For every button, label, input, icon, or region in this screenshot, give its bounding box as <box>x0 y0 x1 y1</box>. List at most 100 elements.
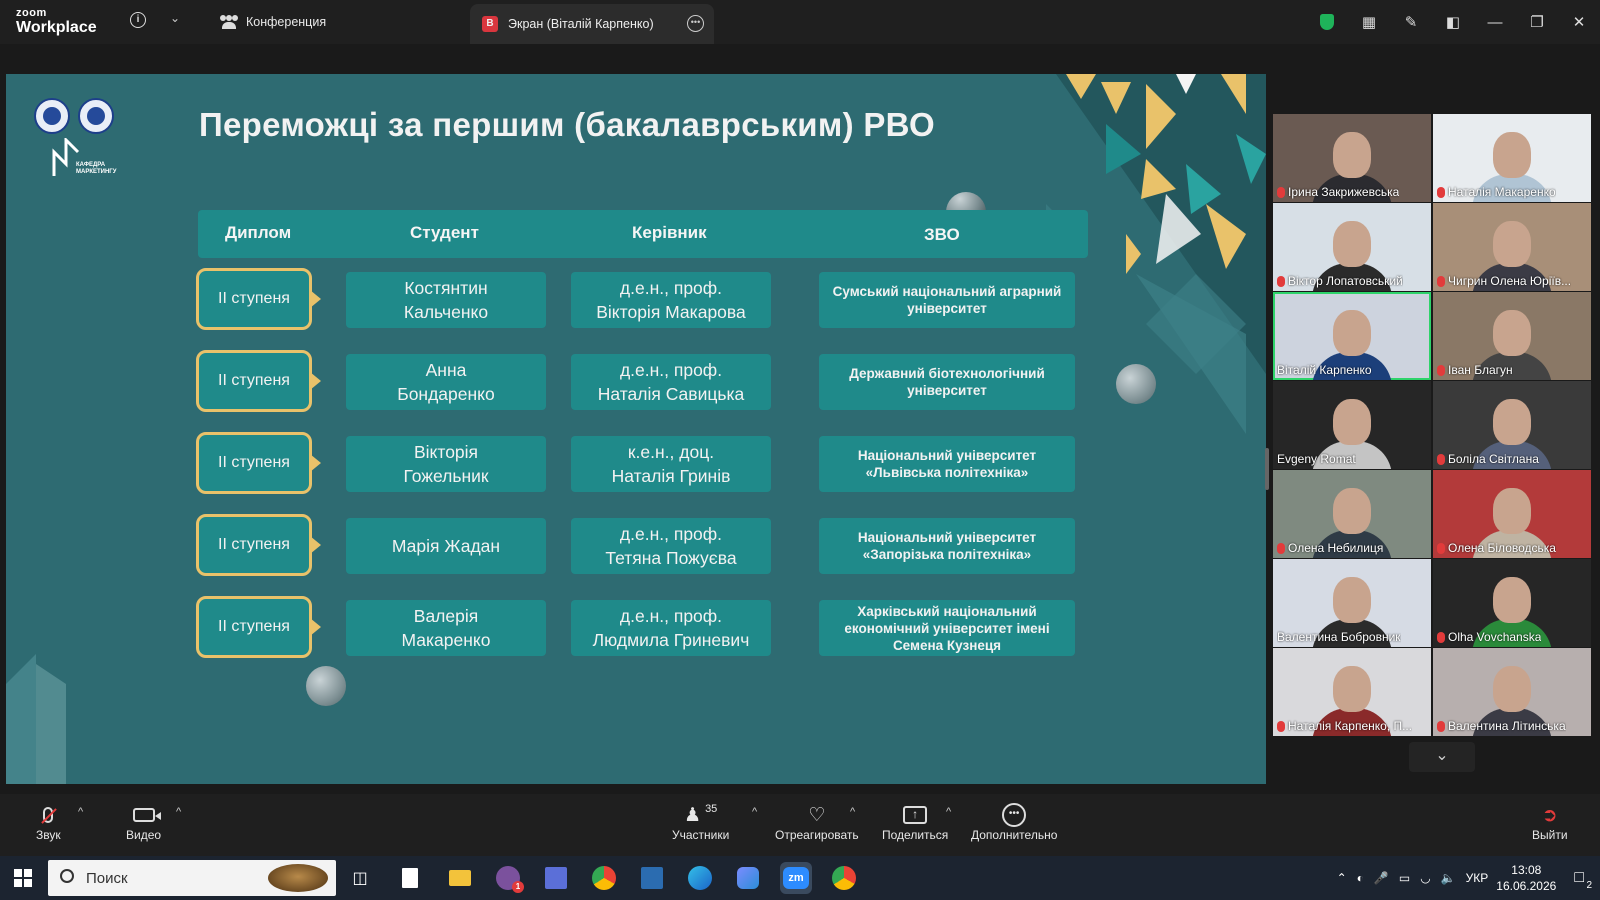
student-cell-line: Гожельник <box>403 466 489 486</box>
tab-conference-label: Конференция <box>246 15 327 29</box>
chevron-down-icon[interactable]: ⌄ <box>170 11 180 25</box>
participant-tile[interactable]: Чигрин Олена Юріїв... <box>1433 203 1591 291</box>
notifications-icon[interactable]: □ 2 <box>1574 869 1592 891</box>
supervisor-cell-line: Вікторія Макарова <box>596 302 746 322</box>
taskbar-search-input[interactable]: Поиск <box>48 860 336 896</box>
shared-screen-area: КАФЕДРА МАРКЕТИНГУ Переможці за першим (… <box>0 44 1269 794</box>
participant-tile[interactable]: Боліла Світлана <box>1433 381 1591 469</box>
participant-tile[interactable]: Evgeny Romat <box>1273 381 1431 469</box>
volume-icon[interactable]: 🔈 <box>1441 871 1456 885</box>
language-indicator[interactable]: УКР <box>1466 871 1489 885</box>
audio-button[interactable]: Звук <box>36 802 61 842</box>
participant-name-text: Ірина Закрижевська <box>1288 185 1400 199</box>
participant-tile[interactable]: Наталія Макаренко <box>1433 114 1591 202</box>
participant-name: Віталій Карпенко <box>1277 363 1372 377</box>
participant-tile[interactable]: Валентина Літинська <box>1433 648 1591 736</box>
tab-screen-share[interactable]: В Экран (Віталій Карпенко) ••• <box>470 4 714 44</box>
edge-icon[interactable] <box>684 862 716 894</box>
video-button[interactable]: Видео <box>126 802 161 842</box>
view-layout-icon[interactable]: ◧ <box>1432 0 1474 44</box>
minimize-icon[interactable]: — <box>1474 0 1516 44</box>
annotate-pen-icon[interactable]: ✎ <box>1390 0 1432 44</box>
battery-icon[interactable]: ▭ <box>1399 871 1410 885</box>
tray-overflow-icon[interactable]: ⌃ <box>1337 871 1347 885</box>
header-supervisor: Керівник <box>632 223 707 242</box>
panel-splitter[interactable] <box>1265 448 1269 490</box>
header-diploma: Диплом <box>225 223 292 242</box>
notifications-count: 2 <box>1586 880 1592 891</box>
supervisor-cell-line: д.е.н., проф. <box>619 524 723 544</box>
student-cell-line: Вікторія <box>413 442 479 462</box>
chrome-icon[interactable] <box>588 862 620 894</box>
university-cell: Національний університет «Запорізька полі… <box>819 518 1075 574</box>
info-icon[interactable]: i <box>130 12 146 28</box>
react-button[interactable]: ♡ Отреагировать <box>775 802 859 843</box>
participant-name: Evgeny Romat <box>1277 452 1356 466</box>
participant-tile[interactable]: Валентина Бобровник <box>1273 559 1431 647</box>
clock[interactable]: 13:08 16.06.2026 <box>1496 862 1556 894</box>
participant-tile[interactable]: Віктор Лопатовський <box>1273 203 1431 291</box>
meet-now-icon[interactable]: ◐ <box>1357 871 1364 885</box>
close-icon[interactable]: ✕ <box>1558 0 1600 44</box>
search-placeholder: Поиск <box>86 869 128 887</box>
viber-icon[interactable]: 1 <box>492 862 524 894</box>
participant-tile[interactable]: Олена Небилиця <box>1273 470 1431 558</box>
participant-tile[interactable]: Olha Vovchanska <box>1433 559 1591 647</box>
university-cell: Сумський національний аграрний університе… <box>819 272 1075 328</box>
leave-button[interactable]: ➲ Выйти <box>1532 802 1568 843</box>
participants-label: Участники <box>672 828 730 842</box>
gallery-scroll-down-icon[interactable]: ⌄ <box>1409 742 1475 772</box>
diploma-badge: ІІ ступеня <box>196 596 321 658</box>
university-cell-line: Семена Кузнеця <box>892 637 1002 653</box>
audio-options-caret[interactable]: ^ <box>78 806 83 818</box>
student-cell-line: Бондаренко <box>397 384 495 404</box>
university-cell-line: університет <box>907 383 987 398</box>
participant-video <box>1493 666 1531 712</box>
gallery-grid-icon[interactable]: ▦ <box>1348 0 1390 44</box>
participants-button[interactable]: ♟ 35 Участники <box>672 802 729 842</box>
chrome-profile-icon[interactable] <box>828 862 860 894</box>
zoom-taskbar-icon[interactable]: zm <box>780 862 812 894</box>
participants-options-caret[interactable]: ^ <box>752 806 757 818</box>
participant-name: Наталія Карпенко, П... <box>1277 719 1412 733</box>
share-screen-icon: ↑ <box>903 806 928 824</box>
windows-start-icon[interactable] <box>14 869 32 887</box>
muted-microphone-icon <box>1437 275 1445 287</box>
security-shield-icon[interactable] <box>1306 0 1348 44</box>
more-button[interactable]: ••• Дополнительно <box>971 802 1057 842</box>
participant-name: Олена Біловодська <box>1437 541 1556 555</box>
participant-tile[interactable]: Олена Біловодська <box>1433 470 1591 558</box>
video-options-caret[interactable]: ^ <box>176 806 181 818</box>
more-options-icon[interactable]: ••• <box>687 15 704 32</box>
tab-conference[interactable]: Конференция <box>210 0 336 44</box>
muted-microphone-icon <box>1277 275 1285 287</box>
supervisor-cell-line: д.е.н., проф. <box>619 278 723 298</box>
share-options-caret[interactable]: ^ <box>946 806 951 818</box>
microphone-tray-icon[interactable]: 🎤 <box>1374 871 1389 885</box>
participant-tile[interactable]: Наталія Карпенко, П... <box>1273 648 1431 736</box>
file-explorer-icon[interactable] <box>444 862 476 894</box>
react-options-caret[interactable]: ^ <box>850 806 855 818</box>
save-app-icon[interactable] <box>540 862 572 894</box>
restore-icon[interactable]: ❐ <box>1516 0 1558 44</box>
share-button[interactable]: ↑ Поделиться <box>882 802 948 842</box>
participant-name-text: Віталій Карпенко <box>1277 363 1372 377</box>
participant-tile[interactable]: Ірина Закрижевська <box>1273 114 1431 202</box>
file-icon[interactable] <box>394 862 426 894</box>
participant-name-text: Олена Біловодська <box>1448 541 1556 555</box>
student-cell: Анна Бондаренко <box>346 354 546 410</box>
task-view-icon[interactable]: ◫ <box>344 862 376 894</box>
app-window-icon[interactable] <box>636 862 668 894</box>
emblem-right <box>78 98 114 134</box>
copilot-icon[interactable] <box>732 862 764 894</box>
wifi-icon[interactable]: ◡ <box>1420 871 1430 885</box>
participant-tile[interactable]: Віталій Карпенко <box>1273 292 1431 380</box>
participant-name-text: Чигрин Олена Юріїв... <box>1448 274 1572 288</box>
slide-decoration <box>6 74 1266 784</box>
supervisor-cell: к.е.н., доц. Наталія Гринів <box>571 436 771 492</box>
emblem-left <box>34 98 70 134</box>
participant-name: Віктор Лопатовський <box>1277 274 1403 288</box>
participant-name: Olha Vovchanska <box>1437 630 1541 644</box>
student-cell: Костянтин Кальченко <box>346 272 546 328</box>
participant-tile[interactable]: Іван Благун <box>1433 292 1591 380</box>
